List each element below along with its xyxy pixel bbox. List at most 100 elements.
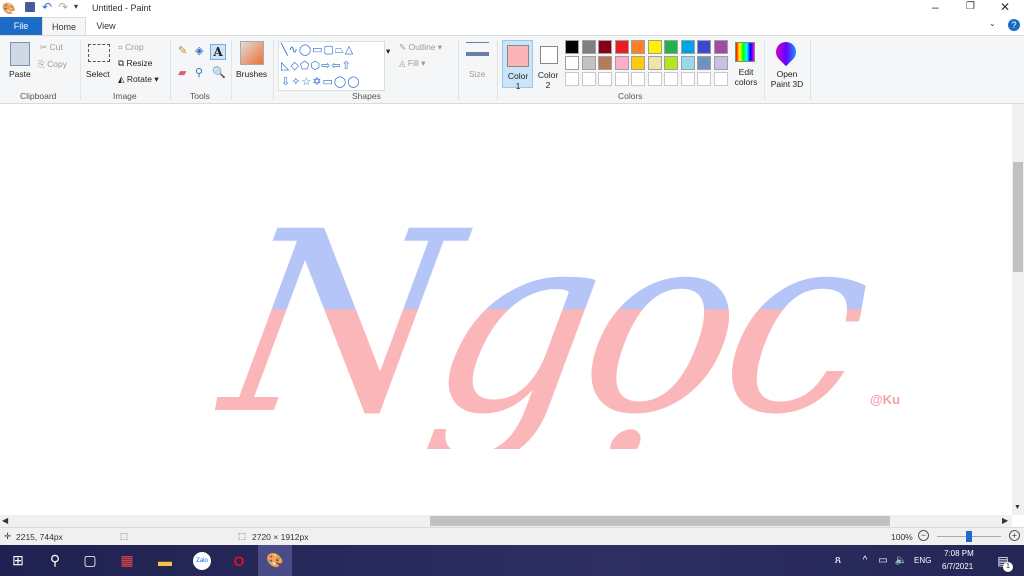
zalo-icon[interactable]: Zalo xyxy=(187,545,217,576)
brush-icon xyxy=(240,41,264,65)
minimize-button[interactable]: – xyxy=(932,0,939,14)
palette-swatch[interactable] xyxy=(631,56,645,70)
custom-color-slot[interactable] xyxy=(598,72,612,86)
palette-swatch[interactable] xyxy=(697,40,711,54)
palette-swatch[interactable] xyxy=(631,40,645,54)
tab-home[interactable]: Home xyxy=(42,17,86,35)
brushes-label: Brushes xyxy=(236,69,268,79)
fill-bucket-icon[interactable]: ◈ xyxy=(195,44,203,57)
custom-color-slot[interactable] xyxy=(614,72,629,86)
cut-button[interactable]: ✂ Cut xyxy=(40,42,63,53)
palette-swatch[interactable] xyxy=(664,40,678,54)
vertical-scroll-thumb[interactable] xyxy=(1013,162,1023,272)
palette-swatch[interactable] xyxy=(647,56,662,70)
quick-access-dropdown-icon[interactable]: ▾ xyxy=(74,2,78,11)
palette-swatch[interactable] xyxy=(680,56,695,70)
color1-swatch xyxy=(507,45,529,67)
custom-color-slot[interactable] xyxy=(581,72,596,86)
scroll-right-icon[interactable]: ▶ xyxy=(1002,516,1008,525)
custom-color-slot[interactable] xyxy=(680,72,695,86)
palette-swatch[interactable] xyxy=(664,56,678,70)
language-indicator[interactable]: ENG xyxy=(914,556,931,565)
custom-color-slot[interactable] xyxy=(647,72,662,86)
search-icon[interactable]: ⚲ xyxy=(40,545,70,576)
artwork-text: Ngọc xyxy=(204,178,886,469)
scroll-left-icon[interactable]: ◀ xyxy=(2,516,8,525)
palette-swatch[interactable] xyxy=(713,40,728,54)
palette-swatch[interactable] xyxy=(647,40,662,54)
palette-swatch[interactable] xyxy=(614,40,629,54)
collapse-ribbon-icon[interactable]: ⌄ xyxy=(989,19,996,28)
color2-button[interactable]: Color 2 xyxy=(536,40,562,90)
palette-swatch[interactable] xyxy=(598,56,612,70)
image-group-label: Image xyxy=(113,91,137,101)
close-button[interactable]: ✕ xyxy=(1000,0,1010,14)
custom-color-slot[interactable] xyxy=(697,72,711,86)
app-icon[interactable]: ▦ xyxy=(112,545,142,576)
notification-icon[interactable]: ▤ xyxy=(988,545,1018,576)
copy-button[interactable]: ⎘ Copy xyxy=(38,59,67,70)
rotate-label: Rotate xyxy=(126,74,152,84)
clock-date[interactable]: 6/7/2021 xyxy=(942,562,973,571)
palette-swatch[interactable] xyxy=(581,40,596,54)
palette-swatch[interactable] xyxy=(565,56,579,70)
paint-app-icon: 🎨 xyxy=(2,3,16,15)
opera-icon[interactable]: O xyxy=(224,545,254,576)
eraser-icon[interactable]: ▰ xyxy=(178,66,186,79)
shapes-gallery[interactable]: ╲∿◯▭▢⏢△ ◺◇⬠⬡⇨⇦⇧ ⇩✧☆✡▭◯◯ xyxy=(278,41,385,91)
file-explorer-icon[interactable]: ▬ xyxy=(150,545,180,576)
palette-swatch[interactable] xyxy=(697,56,711,70)
people-icon[interactable]: ጸ xyxy=(823,545,853,576)
text-tool-icon[interactable]: A xyxy=(210,44,226,60)
crop-button[interactable]: ⌗ Crop xyxy=(118,42,144,53)
zoom-out-button[interactable]: − xyxy=(918,530,929,541)
color-picker-icon[interactable]: ⚲ xyxy=(195,66,203,79)
restore-button[interactable]: ❐ xyxy=(966,1,975,12)
fill-button[interactable]: ◬ Fill ▾ xyxy=(399,58,425,69)
horizontal-scrollbar[interactable]: ◀ ▶ xyxy=(0,515,1012,527)
zoom-level: 100% xyxy=(891,532,913,542)
paint3d-label: Open Paint 3D xyxy=(770,69,804,89)
volume-icon[interactable]: 🔈 xyxy=(886,545,916,576)
drawing-canvas[interactable]: Ngọc @Ku xyxy=(0,104,1012,515)
notification-badge: 1 xyxy=(1003,562,1013,572)
palette-swatch[interactable] xyxy=(713,56,728,70)
palette-swatch[interactable] xyxy=(581,56,596,70)
magnifier-icon[interactable]: 🔍 xyxy=(212,66,226,79)
horizontal-scroll-thumb[interactable] xyxy=(430,516,890,526)
rotate-button[interactable]: ◭ Rotate ▾ xyxy=(118,74,159,85)
paint-taskbar-icon[interactable]: 🎨 xyxy=(258,545,292,576)
zoom-slider-thumb[interactable] xyxy=(966,531,972,542)
zoom-in-button[interactable]: + xyxy=(1009,530,1020,541)
custom-color-slot[interactable] xyxy=(565,72,579,86)
tab-view[interactable]: View xyxy=(86,17,126,35)
clock-time[interactable]: 7:08 PM xyxy=(944,549,974,558)
start-windows-icon[interactable]: ⊞ xyxy=(3,545,33,576)
palette-swatch[interactable] xyxy=(565,40,579,54)
scroll-down-icon[interactable]: ▼ xyxy=(1014,504,1021,511)
resize-button[interactable]: ⧉ Resize xyxy=(118,58,152,69)
custom-color-slot[interactable] xyxy=(713,72,728,86)
copy-label: Copy xyxy=(47,59,68,69)
palette-swatch[interactable] xyxy=(598,40,612,54)
task-view-icon[interactable]: ▢ xyxy=(75,545,105,576)
palette-swatch[interactable] xyxy=(680,40,695,54)
undo-icon[interactable]: ↶ xyxy=(42,0,52,14)
fill-label: Fill xyxy=(407,58,419,68)
vertical-scrollbar[interactable]: ▼ xyxy=(1012,104,1024,515)
help-icon[interactable]: ? xyxy=(1008,19,1020,31)
outline-label: Outline xyxy=(408,42,436,52)
resize-label: Resize xyxy=(126,58,153,68)
pencil-icon[interactable]: ✎ xyxy=(178,44,187,57)
taskbar: ⊞ ⚲ ▢ ▦ ▬ Zalo O 🎨 ጸ ^ ▭ 🔈 ENG 7:08 PM 6… xyxy=(0,545,1024,576)
color1-button[interactable]: Color 1 xyxy=(502,40,533,91)
palette-swatch[interactable] xyxy=(614,56,629,70)
shapes-scroll-icon[interactable]: ▾ xyxy=(386,46,390,57)
custom-color-slot[interactable] xyxy=(631,72,645,86)
redo-icon[interactable]: ↷ xyxy=(58,0,68,14)
outline-button[interactable]: ✎ Outline ▾ xyxy=(399,42,442,53)
tab-file[interactable]: File xyxy=(0,17,42,35)
save-icon[interactable] xyxy=(25,2,35,12)
cursor-position-icon: ✛ xyxy=(4,531,12,541)
custom-color-slot[interactable] xyxy=(664,72,678,86)
